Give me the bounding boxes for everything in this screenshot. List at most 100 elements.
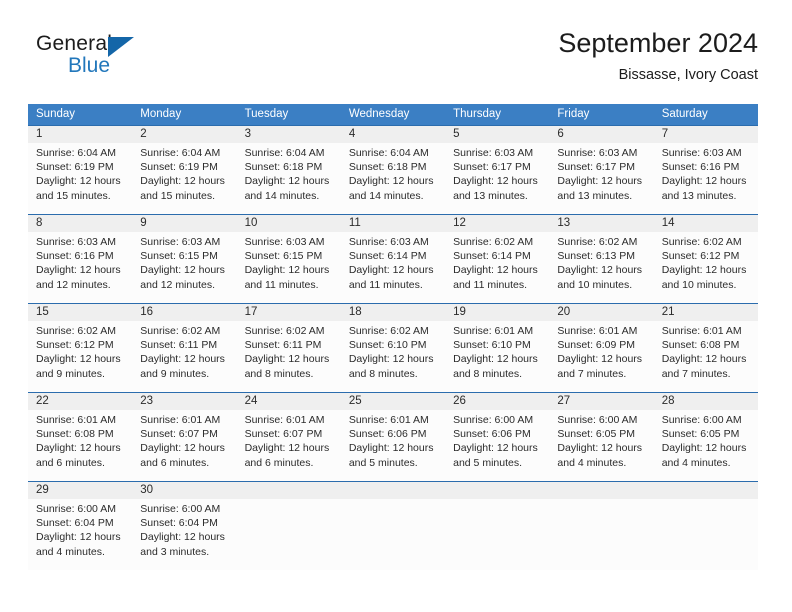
daylight-text-line2: and 13 minutes. xyxy=(453,189,528,202)
day-cell[interactable]: Sunrise: 6:04 AM Sunset: 6:18 PM Dayligh… xyxy=(341,143,445,214)
day-cell[interactable]: Sunrise: 6:01 AM Sunset: 6:07 PM Dayligh… xyxy=(237,410,341,481)
day-cell[interactable]: Sunrise: 6:02 AM Sunset: 6:11 PM Dayligh… xyxy=(132,321,236,392)
sunrise-text: Sunrise: 6:03 AM xyxy=(36,236,116,248)
day-cell[interactable]: Sunrise: 6:03 AM Sunset: 6:15 PM Dayligh… xyxy=(132,232,236,303)
day-number: 25 xyxy=(348,395,362,407)
sunset-text: Sunset: 6:16 PM xyxy=(36,250,114,263)
day-cell[interactable]: Sunrise: 6:02 AM Sunset: 6:10 PM Dayligh… xyxy=(341,321,445,392)
sunset-text: Sunset: 6:17 PM xyxy=(453,161,531,174)
weekday-header-saturday: Saturday xyxy=(661,108,708,120)
day-cell[interactable]: Sunrise: 6:01 AM Sunset: 6:06 PM Dayligh… xyxy=(341,410,445,481)
brand-logo[interactable]: General Blue xyxy=(36,32,156,86)
sunset-text: Sunset: 6:15 PM xyxy=(244,250,323,263)
sunrise-text: Sunrise: 6:01 AM xyxy=(244,414,325,426)
daylight-text-line1: Daylight: 12 hours xyxy=(453,264,538,277)
day-cell[interactable]: Sunrise: 6:00 AM Sunset: 6:04 PM Dayligh… xyxy=(28,499,132,570)
day-number: 19 xyxy=(453,306,466,318)
daylight-text-line1: Daylight: 12 hours xyxy=(140,175,225,188)
day-cell[interactable]: Sunrise: 6:03 AM Sunset: 6:17 PM Dayligh… xyxy=(445,143,549,214)
day-cell[interactable]: Sunrise: 6:03 AM Sunset: 6:16 PM Dayligh… xyxy=(654,143,758,214)
daylight-text-line2: and 9 minutes. xyxy=(36,367,105,380)
daylight-text-line2: and 12 minutes. xyxy=(36,278,111,291)
sunrise-text: Sunrise: 6:00 AM xyxy=(557,414,638,426)
daylight-text-line1: Daylight: 12 hours xyxy=(557,442,643,455)
daylight-text-line2: and 8 minutes. xyxy=(453,367,523,380)
sunrise-text: Sunrise: 6:04 AM xyxy=(348,147,429,159)
sunset-text: Sunset: 6:07 PM xyxy=(140,428,218,441)
sunset-text: Sunset: 6:17 PM xyxy=(557,161,636,174)
day-cell[interactable]: Sunrise: 6:04 AM Sunset: 6:19 PM Dayligh… xyxy=(28,143,132,214)
weekday-header-friday: Friday xyxy=(557,108,590,120)
day-cell[interactable]: Sunrise: 6:00 AM Sunset: 6:06 PM Dayligh… xyxy=(445,410,549,481)
day-number: 22 xyxy=(36,395,49,407)
day-cell[interactable]: Sunrise: 6:02 AM Sunset: 6:14 PM Dayligh… xyxy=(445,232,549,303)
day-cell[interactable]: Sunrise: 6:02 AM Sunset: 6:12 PM Dayligh… xyxy=(28,321,132,392)
week-day-number-band: 15 16 17 18 19 20 21 xyxy=(28,304,758,321)
calendar-week-row: 8 9 10 11 12 13 14 Sunrise: 6:03 AM Suns… xyxy=(28,214,758,303)
daylight-text-line2: and 6 minutes. xyxy=(140,456,210,469)
day-cell[interactable]: Sunrise: 6:01 AM Sunset: 6:08 PM Dayligh… xyxy=(654,321,758,392)
sunset-text: Sunset: 6:08 PM xyxy=(36,428,114,441)
daylight-text-line1: Daylight: 12 hours xyxy=(661,175,747,188)
daylight-text-line2: and 7 minutes. xyxy=(557,367,627,380)
day-cell[interactable]: Sunrise: 6:01 AM Sunset: 6:07 PM Dayligh… xyxy=(132,410,236,481)
day-cell[interactable]: Sunrise: 6:03 AM Sunset: 6:15 PM Dayligh… xyxy=(237,232,341,303)
day-cell[interactable]: Sunrise: 6:00 AM Sunset: 6:05 PM Dayligh… xyxy=(549,410,653,481)
sunset-text: Sunset: 6:19 PM xyxy=(36,161,114,174)
day-cell[interactable]: Sunrise: 6:03 AM Sunset: 6:14 PM Dayligh… xyxy=(341,232,445,303)
week-detail-band: Sunrise: 6:00 AM Sunset: 6:04 PM Dayligh… xyxy=(28,499,758,570)
sunset-text: Sunset: 6:05 PM xyxy=(557,428,636,441)
day-number xyxy=(654,482,758,499)
day-number: 1 xyxy=(36,128,43,140)
day-cell[interactable]: Sunrise: 6:03 AM Sunset: 6:16 PM Dayligh… xyxy=(28,232,132,303)
daylight-text-line2: and 4 minutes. xyxy=(661,456,731,469)
sunrise-text: Sunrise: 6:03 AM xyxy=(661,147,742,159)
day-cell[interactable]: Sunrise: 6:00 AM Sunset: 6:04 PM Dayligh… xyxy=(132,499,236,570)
daylight-text-line1: Daylight: 12 hours xyxy=(453,175,538,188)
sunrise-text: Sunrise: 6:02 AM xyxy=(244,325,325,337)
daylight-text-line2: and 15 minutes. xyxy=(140,189,215,202)
daylight-text-line2: and 11 minutes. xyxy=(453,278,528,291)
day-number: 18 xyxy=(348,306,362,318)
day-number: 16 xyxy=(140,306,154,318)
sunrise-text: Sunrise: 6:04 AM xyxy=(36,147,116,159)
day-cell[interactable]: Sunrise: 6:04 AM Sunset: 6:18 PM Dayligh… xyxy=(237,143,341,214)
sunrise-text: Sunrise: 6:00 AM xyxy=(140,503,221,515)
weekday-header-wednesday: Wednesday xyxy=(348,108,410,120)
daylight-text-line2: and 13 minutes. xyxy=(557,189,633,202)
day-cell[interactable]: Sunrise: 6:02 AM Sunset: 6:11 PM Dayligh… xyxy=(237,321,341,392)
daylight-text-line1: Daylight: 12 hours xyxy=(348,264,434,277)
daylight-text-line2: and 9 minutes. xyxy=(140,367,210,380)
daylight-text-line2: and 8 minutes. xyxy=(244,367,314,380)
day-cell[interactable]: Sunrise: 6:02 AM Sunset: 6:13 PM Dayligh… xyxy=(549,232,653,303)
daylight-text-line2: and 4 minutes. xyxy=(36,545,105,558)
day-cell[interactable]: Sunrise: 6:00 AM Sunset: 6:05 PM Dayligh… xyxy=(654,410,758,481)
sunrise-text: Sunrise: 6:01 AM xyxy=(453,325,534,337)
daylight-text-line1: Daylight: 12 hours xyxy=(453,353,538,366)
day-cell[interactable]: Sunrise: 6:01 AM Sunset: 6:10 PM Dayligh… xyxy=(445,321,549,392)
day-cell[interactable]: Sunrise: 6:01 AM Sunset: 6:09 PM Dayligh… xyxy=(549,321,653,392)
daylight-text-line1: Daylight: 12 hours xyxy=(557,264,643,277)
calendar-week-row: 22 23 24 25 26 27 28 Sunrise: 6:01 AM Su… xyxy=(28,392,758,481)
sunrise-text: Sunrise: 6:02 AM xyxy=(661,236,742,248)
daylight-text-line1: Daylight: 12 hours xyxy=(36,353,121,366)
sunrise-text: Sunrise: 6:03 AM xyxy=(140,236,221,248)
daylight-text-line2: and 11 minutes. xyxy=(244,278,319,291)
sunrise-text: Sunrise: 6:02 AM xyxy=(557,236,638,248)
day-cell[interactable]: Sunrise: 6:04 AM Sunset: 6:19 PM Dayligh… xyxy=(132,143,236,214)
sunrise-text: Sunrise: 6:03 AM xyxy=(244,236,325,248)
day-cell[interactable]: Sunrise: 6:02 AM Sunset: 6:12 PM Dayligh… xyxy=(654,232,758,303)
sunrise-text: Sunrise: 6:00 AM xyxy=(36,503,116,515)
day-cell[interactable]: Sunrise: 6:03 AM Sunset: 6:17 PM Dayligh… xyxy=(549,143,653,214)
sunrise-text: Sunrise: 6:02 AM xyxy=(36,325,116,337)
daylight-text-line2: and 5 minutes. xyxy=(453,456,523,469)
sunset-text: Sunset: 6:12 PM xyxy=(36,339,114,352)
calendar-grid: Sunday Monday Tuesday Wednesday Thursday… xyxy=(28,104,758,570)
sunset-text: Sunset: 6:16 PM xyxy=(661,161,740,174)
week-day-number-band: 1 2 3 4 5 6 7 xyxy=(28,126,758,143)
day-cell[interactable]: Sunrise: 6:01 AM Sunset: 6:08 PM Dayligh… xyxy=(28,410,132,481)
day-number xyxy=(445,482,549,499)
daylight-text-line1: Daylight: 12 hours xyxy=(36,175,121,188)
daylight-text-line2: and 14 minutes. xyxy=(244,189,320,202)
day-number: 27 xyxy=(557,395,571,407)
